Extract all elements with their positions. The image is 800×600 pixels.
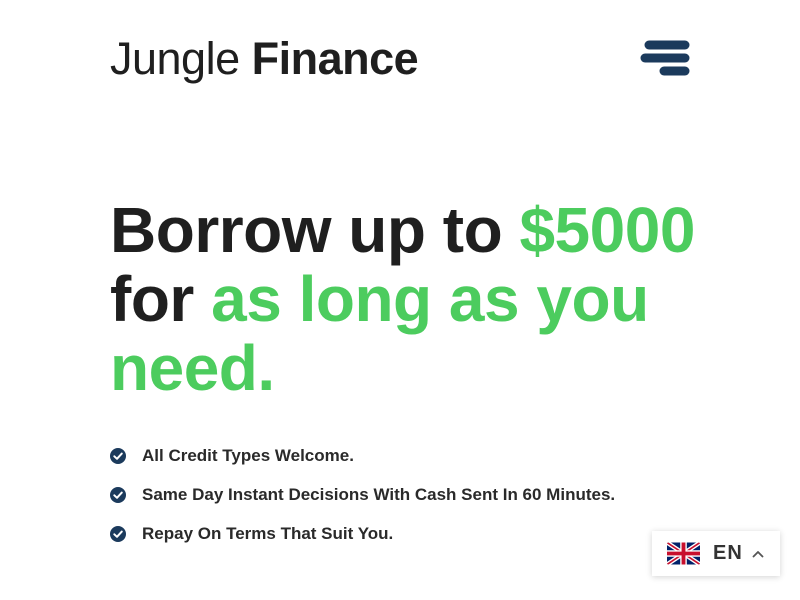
feature-text: Same Day Instant Decisions With Cash Sen… <box>142 485 616 504</box>
feature-list: All Credit Types Welcome. Same Day Insta… <box>110 443 615 560</box>
check-circle-icon <box>110 448 126 464</box>
hero-line2-plain: for <box>110 263 212 335</box>
feature-text: Repay On Terms That Suit You. <box>142 524 394 543</box>
chevron-up-icon <box>752 550 764 557</box>
uk-flag-icon <box>667 542 700 565</box>
hero-heading: Borrow up to $5000 for as long as you ne… <box>110 196 730 403</box>
language-switcher[interactable]: EN <box>652 531 780 576</box>
feature-text: All Credit Types Welcome. <box>142 446 354 465</box>
feature-item: Same Day Instant Decisions With Cash Sen… <box>110 482 615 508</box>
hero-amount: $5000 <box>519 194 695 266</box>
page: Jungle Finance Borrow up to $5000 for as… <box>0 0 800 600</box>
hamburger-menu-icon <box>640 40 690 76</box>
hero-line1-plain: Borrow up to <box>110 194 520 266</box>
brand-name-regular: Jungle <box>110 33 240 84</box>
brand-name-bold: Finance <box>251 33 419 84</box>
check-circle-icon <box>110 526 126 542</box>
feature-item: All Credit Types Welcome. <box>110 443 615 469</box>
menu-button[interactable] <box>640 40 690 77</box>
brand-logo[interactable]: Jungle Finance <box>110 33 419 84</box>
feature-item: Repay On Terms That Suit You. <box>110 521 615 547</box>
language-code: EN <box>713 542 743 564</box>
check-circle-icon <box>110 487 126 503</box>
